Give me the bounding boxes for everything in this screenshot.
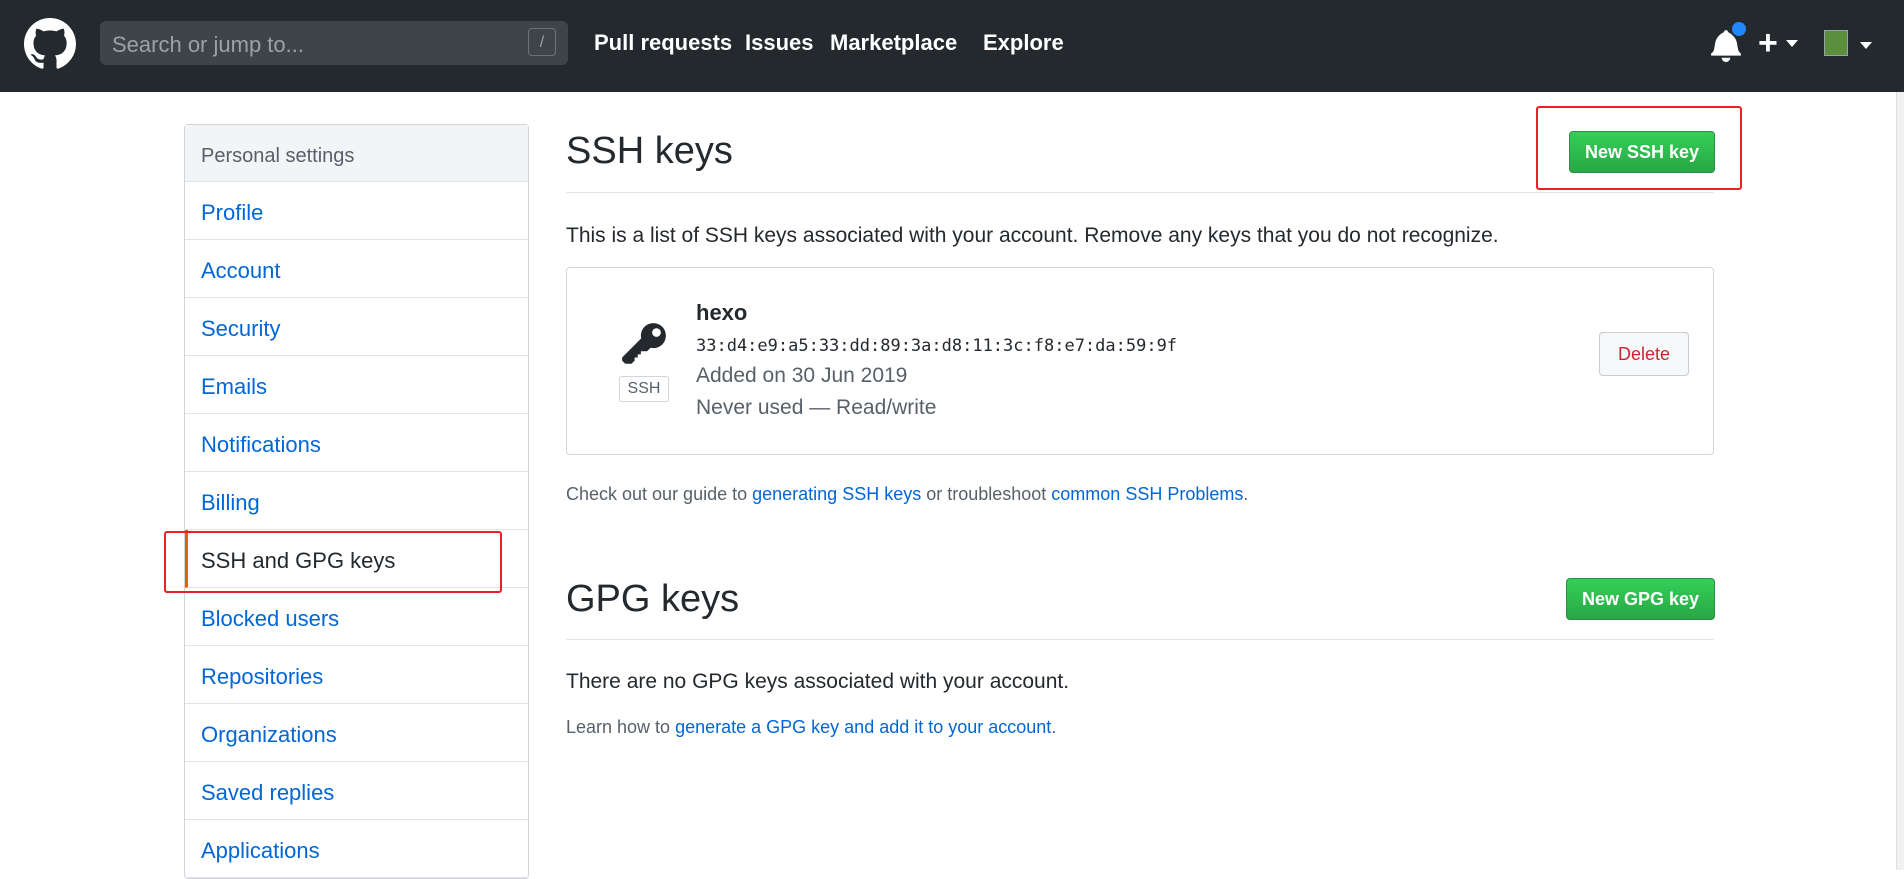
ssh-badge: SSH	[619, 376, 669, 402]
sidebar-item-applications[interactable]: Applications	[185, 820, 528, 878]
key-icon	[622, 323, 666, 364]
avatar[interactable]	[1824, 30, 1848, 56]
sidebar-item-repositories[interactable]: Repositories	[185, 646, 528, 704]
help-suffix: .	[1243, 484, 1249, 504]
gpg-keys-heading: GPG keys	[566, 578, 740, 620]
sidebar-item-saved-replies[interactable]: Saved replies	[185, 762, 528, 820]
ssh-key-item: SSH hexo 33:d4:e9:a5:33:dd:89:3a:d8:11:3…	[566, 267, 1714, 455]
gpg-empty-text: There are no GPG keys associated with yo…	[566, 670, 1070, 693]
ssh-help-text: Check out our guide to generating SSH ke…	[566, 484, 1248, 505]
nav-marketplace[interactable]: Marketplace	[830, 30, 957, 56]
sidebar-header: Personal settings	[185, 125, 528, 182]
sidebar-item-notifications[interactable]: Notifications	[185, 414, 528, 472]
new-gpg-key-button[interactable]: New GPG key	[1566, 578, 1715, 620]
search-input[interactable]: Search or jump to... /	[100, 21, 568, 65]
sidebar-item-billing[interactable]: Billing	[185, 472, 528, 530]
sidebar-item-account[interactable]: Account	[185, 240, 528, 298]
ssh-key-usage: Never used — Read/write	[696, 396, 937, 419]
notification-indicator	[1730, 20, 1748, 38]
ssh-description: This is a list of SSH keys associated wi…	[566, 224, 1499, 247]
annotation-highlight-new-ssh	[1536, 106, 1742, 190]
annotation-highlight-sidebar	[164, 531, 502, 593]
sidebar-item-blocked-users[interactable]: Blocked users	[185, 588, 528, 646]
learn-prefix: Learn how to	[566, 717, 676, 737]
learn-suffix: .	[1051, 717, 1057, 737]
ssh-key-title: hexo	[696, 300, 748, 325]
help-middle: or troubleshoot	[921, 484, 1052, 504]
divider	[566, 192, 1714, 193]
nav-issues[interactable]: Issues	[745, 30, 814, 56]
nav-explore[interactable]: Explore	[983, 30, 1064, 56]
ssh-keys-heading: SSH keys	[566, 130, 733, 172]
sidebar-item-emails[interactable]: Emails	[185, 356, 528, 414]
common-ssh-problems-link[interactable]: common SSH Problems	[1051, 484, 1243, 504]
generate-gpg-key-link[interactable]: generate a GPG key and add it to your ac…	[675, 717, 1051, 737]
divider	[566, 639, 1714, 640]
sidebar-item-organizations[interactable]: Organizations	[185, 704, 528, 762]
chevron-down-icon[interactable]	[1786, 40, 1798, 47]
search-shortcut-key: /	[528, 28, 556, 56]
help-prefix: Check out our guide to	[566, 484, 753, 504]
sidebar-item-security[interactable]: Security	[185, 298, 528, 356]
ssh-key-added-date: Added on 30 Jun 2019	[696, 364, 908, 387]
ssh-key-fingerprint: 33:d4:e9:a5:33:dd:89:3a:d8:11:3c:f8:e7:d…	[696, 336, 1178, 356]
top-header: Search or jump to... / Pull requests Iss…	[0, 0, 1904, 92]
github-logo-icon[interactable]	[24, 18, 76, 70]
delete-ssh-key-button[interactable]: Delete	[1599, 332, 1689, 376]
settings-sidebar: Personal settings Profile Account Securi…	[184, 124, 529, 879]
plus-icon[interactable]: +	[1758, 24, 1778, 63]
chevron-down-icon[interactable]	[1860, 42, 1872, 49]
search-placeholder: Search or jump to...	[112, 32, 304, 57]
nav-pull-requests[interactable]: Pull requests	[594, 30, 732, 56]
gpg-learn-text: Learn how to generate a GPG key and add …	[566, 717, 1056, 738]
page-scrollbar[interactable]	[1896, 92, 1904, 870]
sidebar-item-profile[interactable]: Profile	[185, 182, 528, 240]
generating-ssh-keys-link[interactable]: generating SSH keys	[752, 484, 921, 504]
